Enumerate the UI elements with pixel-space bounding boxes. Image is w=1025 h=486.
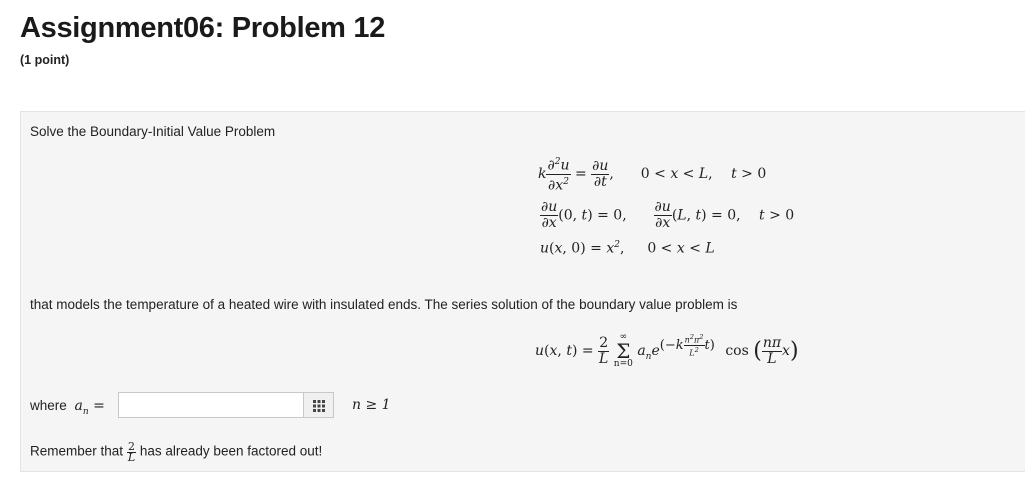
remember-note: Remember that 2L has already been factor… bbox=[30, 440, 323, 464]
initial-condition: u(x, 0) = x2, 0 < x < L bbox=[540, 240, 715, 257]
two-over-l-fraction: 2L bbox=[126, 440, 137, 464]
intro-text: Solve the Boundary-Initial Value Problem bbox=[30, 124, 276, 139]
pde-equation: k ∂2u ∂x2 = ∂u ∂t, 0 < x < L, t > 0 bbox=[538, 157, 767, 194]
page-title: Assignment06: Problem 12 bbox=[20, 12, 386, 44]
where-label: where an = bbox=[30, 398, 105, 417]
series-solution: u(x, t) = 2L ∞ Σ n=0 ane(−k n2π2 L2 t) cos … bbox=[535, 332, 799, 369]
equation-editor-button[interactable] bbox=[304, 392, 334, 418]
boundary-conditions: ∂u ∂x (0, t) = 0, ∂u ∂x (L, t) = 0, t > 0 bbox=[540, 199, 795, 231]
n-condition: n ≥ 1 bbox=[352, 397, 391, 413]
description-text: that models the temperature of a heated … bbox=[30, 297, 738, 312]
answer-input[interactable] bbox=[118, 392, 304, 418]
points-label: (1 point) bbox=[20, 53, 70, 67]
grid-icon bbox=[313, 400, 325, 412]
